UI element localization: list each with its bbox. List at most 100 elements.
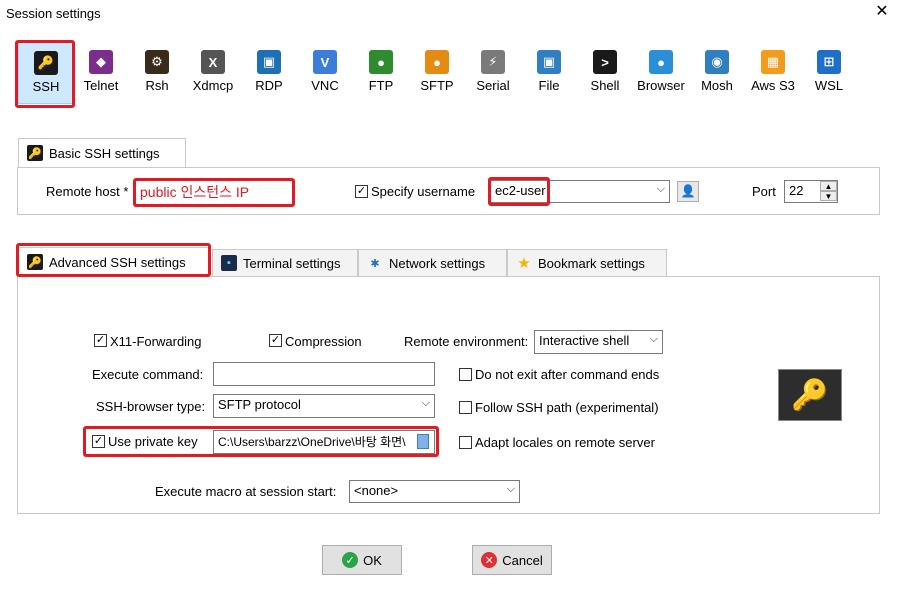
session-type-label: RDP	[255, 78, 283, 93]
private-key-path-input[interactable]: C:\Users\barzz\OneDrive\바탕 화면\	[213, 430, 435, 454]
session-type-label: Telnet	[83, 78, 119, 93]
window-title: Session settings	[6, 6, 101, 21]
x11-forwarding-label: X11-Forwarding	[110, 334, 202, 349]
session-type-rdp[interactable]: ▣ RDP	[241, 42, 297, 104]
session-type-file[interactable]: ▣ File	[521, 42, 577, 104]
close-icon[interactable]: ✕	[872, 2, 892, 22]
username-select[interactable]: ec2-user ⌵	[490, 180, 670, 203]
session-type-label: FTP	[368, 78, 394, 93]
wsl-icon: ⊞	[817, 50, 841, 74]
session-type-label: File	[538, 78, 560, 93]
remote-host-input[interactable]: public 인스턴스 IP	[136, 180, 292, 204]
session-type-label: Shell	[590, 78, 620, 93]
cancel-button[interactable]: ✕ Cancel	[472, 545, 552, 575]
username-value: ec2-user	[495, 183, 546, 198]
specify-username-checkbox[interactable]: ✓	[355, 185, 368, 198]
session-type-sftp[interactable]: ● SFTP	[409, 42, 465, 104]
network-icon: ✱	[370, 257, 380, 270]
tab-label: Network settings	[389, 255, 486, 271]
port-down-icon[interactable]: ▼	[820, 191, 837, 201]
session-type-wsl[interactable]: ⊞ WSL	[801, 42, 857, 104]
tab-basic-ssh-settings[interactable]: 🔑 Basic SSH settings	[18, 138, 186, 168]
adapt-locales-checkbox[interactable]	[459, 436, 472, 449]
ssh-key-large-icon: 🔑	[778, 369, 842, 421]
sftp-icon: ●	[425, 50, 449, 74]
compression-checkbox[interactable]: ✓	[269, 334, 282, 347]
ok-label: OK	[363, 552, 382, 568]
no-exit-label: Do not exit after command ends	[475, 367, 660, 382]
execute-command-input[interactable]	[213, 362, 435, 386]
remote-host-label: Remote host *	[46, 184, 129, 199]
ok-button[interactable]: ✓ OK	[322, 545, 402, 575]
session-type-mosh[interactable]: ◉ Mosh	[689, 42, 745, 104]
chevron-down-icon: ⌵	[506, 483, 515, 495]
session-type-xdmcp[interactable]: X Xdmcp	[185, 42, 241, 104]
user-manager-icon[interactable]: 👤	[677, 181, 699, 202]
x11-forwarding-checkbox[interactable]: ✓	[94, 334, 107, 347]
execute-command-label: Execute command:	[92, 367, 204, 382]
browser-icon: ●	[649, 50, 673, 74]
chevron-down-icon: ⌵	[649, 333, 658, 345]
file-icon[interactable]	[417, 434, 429, 449]
remote-environment-value: Interactive shell	[539, 333, 630, 348]
cancel-label: Cancel	[502, 552, 543, 568]
execute-macro-select[interactable]: <none> ⌵	[349, 480, 520, 503]
tab-bookmark-settings[interactable]: ★ Bookmark settings	[507, 249, 667, 277]
use-private-key-label: Use private key	[108, 434, 198, 449]
tab-advanced-ssh-settings[interactable]: 🔑 Advanced SSH settings	[18, 247, 210, 277]
compression-label: Compression	[285, 334, 362, 349]
session-type-aws-s3[interactable]: ▦ Aws S3	[745, 42, 801, 104]
session-type-label: Rsh	[145, 78, 169, 93]
session-type-label: WSL	[814, 78, 844, 93]
session-type-label: Aws S3	[751, 78, 795, 93]
session-type-ssh[interactable]: 🔑 SSH	[18, 42, 74, 104]
remote-environment-select[interactable]: Interactive shell ⌵	[534, 330, 663, 354]
session-type-label: VNC	[311, 78, 339, 93]
ftp-icon: ●	[369, 50, 393, 74]
port-up-icon[interactable]: ▲	[820, 181, 837, 191]
ssh-key-icon: 🔑	[34, 51, 58, 75]
remote-environment-label: Remote environment:	[404, 334, 529, 349]
adapt-locales-label: Adapt locales on remote server	[475, 435, 655, 450]
session-type-label: SSH	[32, 79, 60, 94]
tab-label: Bookmark settings	[538, 255, 645, 271]
port-value: 22	[789, 183, 804, 198]
file-icon: ▣	[537, 50, 561, 74]
session-type-ftp[interactable]: ● FTP	[353, 42, 409, 104]
session-type-browser[interactable]: ● Browser	[633, 42, 689, 104]
session-type-label: Serial	[476, 78, 510, 93]
session-type-label: Xdmcp	[192, 78, 234, 93]
vnc-icon: V	[313, 50, 337, 74]
execute-macro-label: Execute macro at session start:	[155, 484, 337, 499]
tab-network-settings[interactable]: ✱ Network settings	[358, 249, 507, 277]
ssh-key-icon: 🔑	[27, 254, 43, 270]
ssh-browser-type-value: SFTP protocol	[218, 397, 301, 412]
port-label: Port	[752, 184, 776, 199]
xdmcp-icon: X	[201, 50, 225, 74]
ok-check-icon: ✓	[342, 552, 359, 568]
follow-ssh-path-checkbox[interactable]	[459, 401, 472, 414]
session-type-telnet[interactable]: ◆ Telnet	[73, 42, 129, 104]
session-type-shell[interactable]: > Shell	[577, 42, 633, 104]
tab-terminal-settings[interactable]: ▪ Terminal settings	[212, 249, 358, 277]
session-type-label: Mosh	[701, 78, 733, 93]
no-exit-checkbox[interactable]	[459, 368, 472, 381]
session-type-label: SFTP	[420, 78, 454, 93]
serial-icon: ⚡	[481, 50, 505, 74]
rdp-icon: ▣	[257, 50, 281, 74]
chevron-down-icon: ⌵	[656, 183, 665, 195]
mosh-icon: ◉	[705, 50, 729, 74]
shell-icon: >	[593, 50, 617, 74]
session-type-vnc[interactable]: V VNC	[297, 42, 353, 104]
telnet-icon: ◆	[89, 50, 113, 74]
session-type-serial[interactable]: ⚡ Serial	[465, 42, 521, 104]
use-private-key-checkbox[interactable]: ✓	[92, 435, 105, 448]
star-icon: ★	[517, 255, 531, 272]
session-type-label: Browser	[637, 78, 685, 93]
session-type-rsh[interactable]: ⚙ Rsh	[129, 42, 185, 104]
tab-label: Terminal settings	[243, 255, 341, 271]
tab-label: Advanced SSH settings	[49, 254, 186, 270]
chevron-down-icon: ⌵	[421, 397, 430, 409]
ssh-browser-type-select[interactable]: SFTP protocol ⌵	[213, 394, 435, 418]
aws-s3-icon: ▦	[761, 50, 785, 74]
